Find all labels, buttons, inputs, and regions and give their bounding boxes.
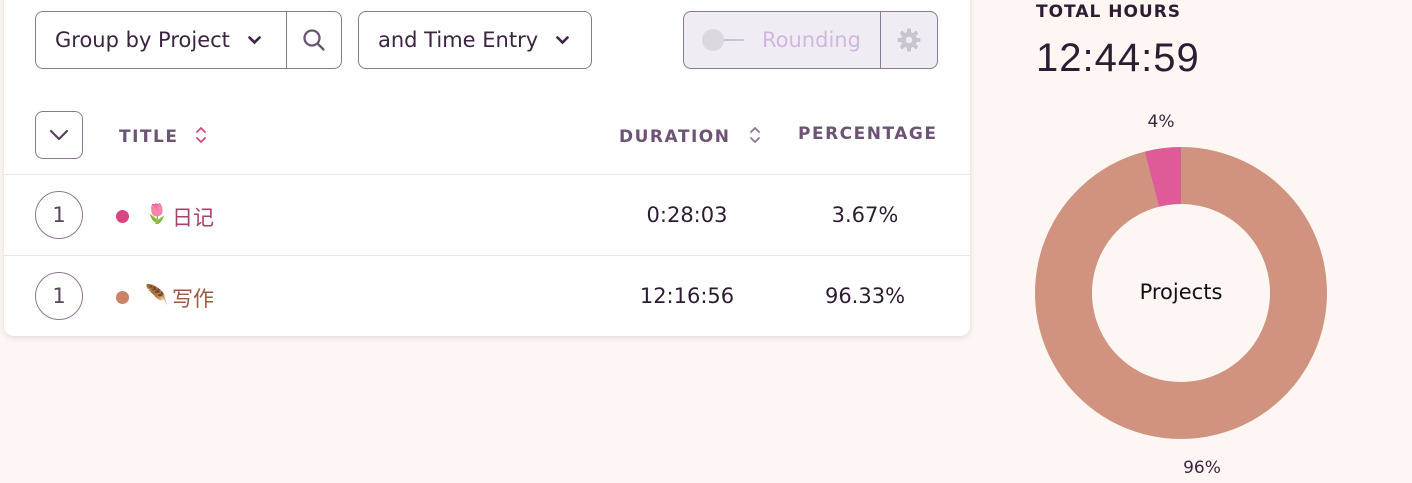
donut-center-label: Projects <box>1140 280 1223 304</box>
rounding-toggle[interactable]: Rounding <box>684 12 881 68</box>
tulip-icon: 🌷 <box>145 203 169 225</box>
project-color-dot <box>116 291 129 304</box>
title-header-label: TITLE <box>119 127 179 147</box>
toggle-switch-icon <box>702 29 746 51</box>
duration-header-label: DURATION <box>619 127 731 147</box>
group-by-label: Group by Project <box>55 28 230 52</box>
time-entry-label: and Time Entry <box>378 28 539 52</box>
rounding-label: Rounding <box>762 28 861 52</box>
feather-icon: 🪶 <box>145 284 169 306</box>
slice-percent-label: 96% <box>1183 458 1221 478</box>
percentage-header-label: PERCENTAGE <box>798 124 938 144</box>
percentage-value: 96.33% <box>824 284 906 308</box>
duration-value: 0:28:03 <box>646 203 728 227</box>
expand-all-button[interactable] <box>35 111 83 159</box>
total-hours-value: 12:44:59 <box>1036 36 1200 80</box>
search-icon <box>303 29 325 51</box>
gear-icon <box>897 28 921 52</box>
table-row[interactable]: 1 🪶 写作 12:16:56 96.33% <box>0 256 970 336</box>
rounding-settings-button[interactable] <box>881 12 937 68</box>
chevron-down-icon <box>556 35 569 44</box>
percentage-column-header: PERCENTAGE <box>798 124 937 144</box>
group-by-dropdown[interactable]: Group by Project <box>35 11 342 69</box>
sort-icon <box>195 127 206 143</box>
entry-count-badge[interactable]: 1 <box>35 191 83 239</box>
time-entry-dropdown[interactable]: and Time Entry <box>358 11 592 69</box>
project-name[interactable]: 日记 <box>172 202 214 232</box>
total-hours-label: TOTAL HOURS <box>1036 2 1182 22</box>
rounding-control: Rounding <box>683 11 938 69</box>
duration-value: 12:16:56 <box>639 284 735 308</box>
duration-column-header[interactable]: DURATION <box>619 124 762 147</box>
projects-donut-chart: Projects 4% 96% <box>1035 112 1327 478</box>
search-button[interactable] <box>287 12 341 68</box>
title-column-header[interactable]: TITLE <box>119 124 208 147</box>
entry-count-badge[interactable]: 1 <box>35 272 83 320</box>
slice-percent-label: 4% <box>1148 112 1175 132</box>
sort-icon <box>749 127 760 143</box>
chevron-down-icon <box>49 129 69 141</box>
chevron-down-icon <box>248 35 261 44</box>
percentage-value: 3.67% <box>831 203 899 227</box>
group-by-select[interactable]: Group by Project <box>36 12 287 68</box>
project-color-dot <box>116 210 129 223</box>
project-name[interactable]: 写作 <box>172 283 214 313</box>
table-row[interactable]: 1 🌷 日记 0:28:03 3.67% <box>0 175 970 255</box>
